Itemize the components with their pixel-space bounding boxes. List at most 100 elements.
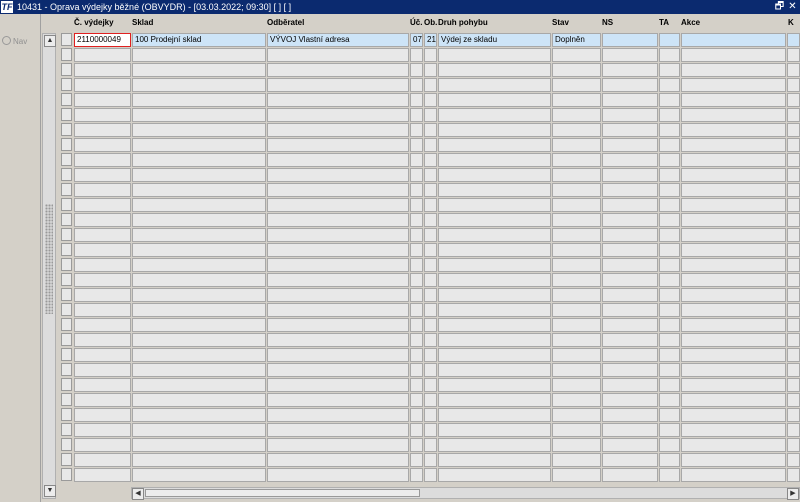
grid-cell[interactable] <box>424 468 437 482</box>
grid-cell[interactable] <box>681 288 786 302</box>
grid-cell[interactable] <box>552 123 601 137</box>
row-selector[interactable] <box>61 318 72 331</box>
row-selector[interactable] <box>61 378 72 391</box>
grid-cell[interactable] <box>424 438 437 452</box>
scroll-down-icon[interactable]: ▼ <box>44 485 56 497</box>
grid-cell[interactable] <box>438 378 551 392</box>
grid-cell[interactable] <box>132 243 266 257</box>
grid-cell[interactable] <box>681 123 786 137</box>
grid-cell[interactable] <box>552 258 601 272</box>
grid-cell[interactable] <box>681 453 786 467</box>
grid-cell[interactable] <box>659 198 680 212</box>
row-selector[interactable] <box>61 183 72 196</box>
row-selector[interactable] <box>61 273 72 286</box>
grid-cell[interactable] <box>424 228 437 242</box>
grid-cell[interactable]: Výdej ze skladu <box>438 33 551 47</box>
grid-cell[interactable] <box>787 378 800 392</box>
grid-cell[interactable] <box>438 183 551 197</box>
grid-cell[interactable] <box>552 198 601 212</box>
grid-cell[interactable] <box>132 63 266 77</box>
grid-cell[interactable] <box>424 273 437 287</box>
grid-cell[interactable] <box>659 258 680 272</box>
grid-cell[interactable] <box>552 108 601 122</box>
row-selector[interactable] <box>61 393 72 406</box>
grid-cell[interactable] <box>602 363 658 377</box>
grid-cell[interactable] <box>787 348 800 362</box>
row-selector[interactable] <box>61 438 72 451</box>
grid-cell[interactable] <box>267 198 409 212</box>
grid-cell[interactable] <box>267 348 409 362</box>
grid-cell[interactable] <box>552 393 601 407</box>
grid-cell[interactable] <box>74 333 131 347</box>
grid-cell[interactable] <box>659 123 680 137</box>
close-button[interactable]: ✕ <box>787 1 798 12</box>
grid-cell[interactable] <box>74 108 131 122</box>
row-selector[interactable] <box>61 108 72 121</box>
grid-cell[interactable] <box>602 348 658 362</box>
grid-cell[interactable] <box>602 318 658 332</box>
grid-cell[interactable] <box>424 408 437 422</box>
grid-cell[interactable] <box>659 183 680 197</box>
column-header[interactable]: Stav <box>552 18 569 27</box>
grid-cell[interactable] <box>602 138 658 152</box>
row-selector[interactable] <box>61 198 72 211</box>
grid-cell[interactable] <box>424 198 437 212</box>
grid-cell[interactable] <box>552 168 601 182</box>
grid-cell[interactable] <box>659 228 680 242</box>
grid-cell[interactable] <box>74 243 131 257</box>
grid-cell[interactable] <box>787 138 800 152</box>
grid-cell[interactable] <box>438 288 551 302</box>
grid-cell[interactable] <box>410 153 423 167</box>
grid-cell[interactable] <box>267 153 409 167</box>
grid-cell[interactable] <box>438 153 551 167</box>
row-selector[interactable] <box>61 363 72 376</box>
grid-cell[interactable] <box>659 168 680 182</box>
grid-cell[interactable] <box>74 48 131 62</box>
column-header[interactable]: Sklad <box>132 18 153 27</box>
grid-cell[interactable] <box>74 138 131 152</box>
grid-cell[interactable] <box>267 48 409 62</box>
row-selector[interactable] <box>61 303 72 316</box>
grid-cell[interactable] <box>410 423 423 437</box>
grid-cell[interactable] <box>424 363 437 377</box>
row-selector[interactable] <box>61 153 72 166</box>
grid-cell[interactable] <box>787 153 800 167</box>
grid-cell[interactable] <box>74 438 131 452</box>
grid-cell[interactable] <box>132 303 266 317</box>
grid-cell[interactable] <box>410 228 423 242</box>
grid-cell[interactable] <box>74 273 131 287</box>
grid-cell[interactable] <box>787 453 800 467</box>
row-selector[interactable] <box>61 243 72 256</box>
grid-cell[interactable] <box>787 408 800 422</box>
grid-cell[interactable] <box>659 378 680 392</box>
grid-cell[interactable] <box>267 138 409 152</box>
restore-button[interactable]: 🗗 <box>774 1 785 12</box>
grid-cell[interactable] <box>267 213 409 227</box>
grid-cell[interactable] <box>787 183 800 197</box>
grid-cell[interactable] <box>424 333 437 347</box>
grid-cell[interactable] <box>438 48 551 62</box>
grid-cell[interactable] <box>602 273 658 287</box>
grid-cell[interactable] <box>74 198 131 212</box>
grid-cell[interactable] <box>659 48 680 62</box>
grid-cell[interactable]: 07 <box>410 33 423 47</box>
grid-cell[interactable] <box>410 468 423 482</box>
grid-cell[interactable] <box>552 228 601 242</box>
grid-cell[interactable] <box>438 393 551 407</box>
grid-cell[interactable] <box>267 108 409 122</box>
column-header[interactable]: Akce <box>681 18 700 27</box>
grid-cell[interactable] <box>74 393 131 407</box>
grid-cell[interactable] <box>681 33 786 47</box>
grid-cell[interactable] <box>681 153 786 167</box>
grid-cell[interactable] <box>681 258 786 272</box>
grid-cell[interactable] <box>787 93 800 107</box>
grid-cell[interactable] <box>681 408 786 422</box>
grid-cell[interactable] <box>74 348 131 362</box>
grid-cell[interactable] <box>424 423 437 437</box>
grid-cell[interactable] <box>74 168 131 182</box>
grid-cell[interactable] <box>602 408 658 422</box>
grid-cell[interactable] <box>602 93 658 107</box>
grid-cell[interactable] <box>602 33 658 47</box>
grid-cell[interactable] <box>552 63 601 77</box>
grid-cell[interactable] <box>74 63 131 77</box>
